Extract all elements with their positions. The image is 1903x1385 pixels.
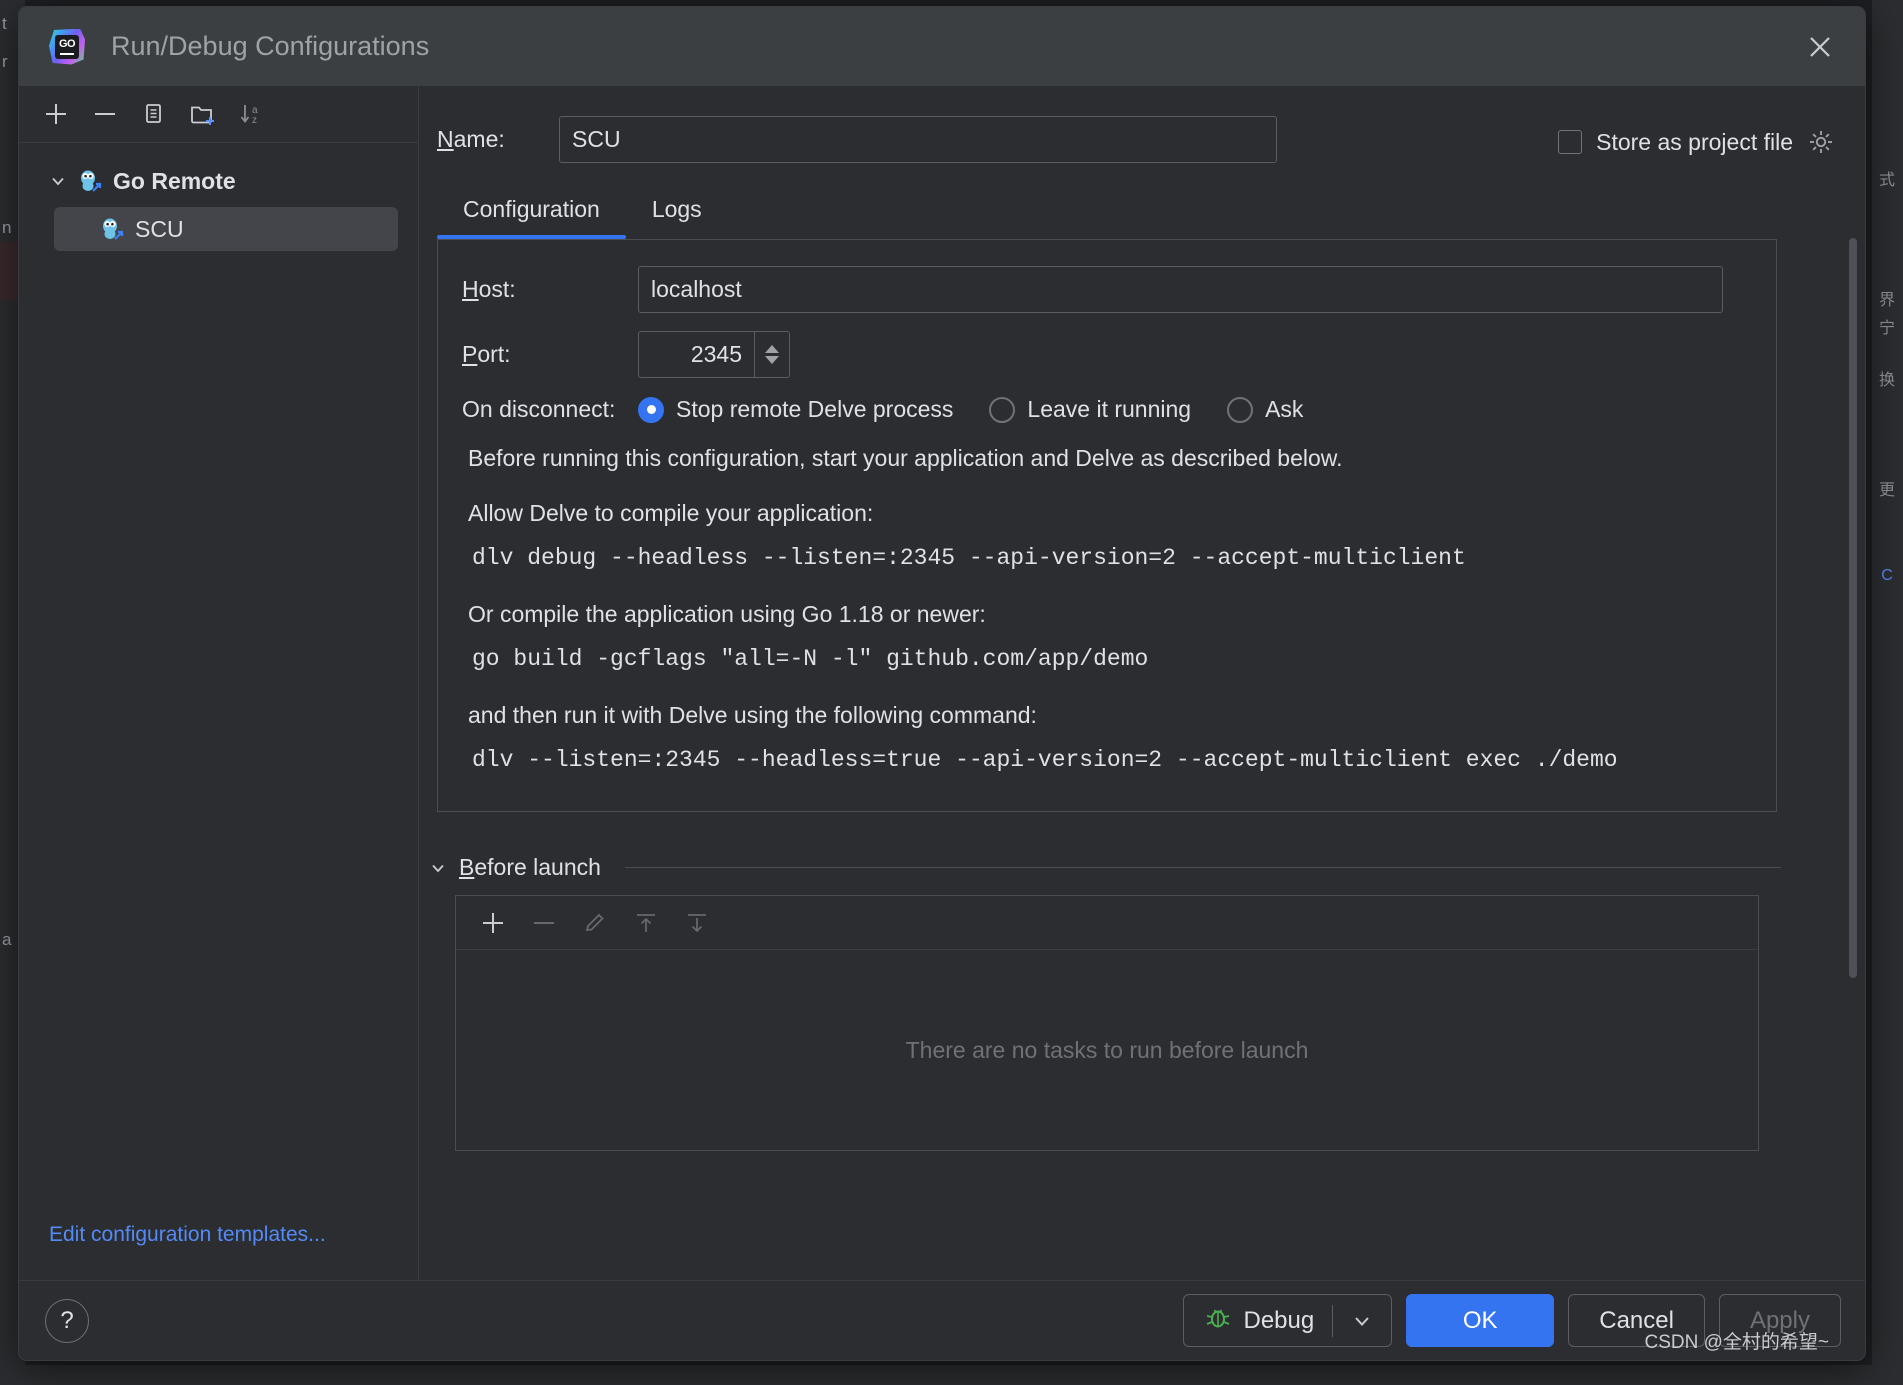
dialog-body: a z Go Remote SCU Edit configuration tem… <box>19 86 1865 1281</box>
radio-indicator[interactable] <box>989 396 1016 423</box>
remove-task-button[interactable] <box>521 902 566 944</box>
radio-label: Stop remote Delve process <box>676 396 954 422</box>
gutter-glyph: 宁 <box>1878 320 1895 337</box>
radio-label: Leave it running <box>1027 396 1192 422</box>
chevron-down-icon[interactable] <box>429 859 447 877</box>
ide-status-strip <box>0 1365 1903 1385</box>
gear-icon[interactable] <box>1807 128 1835 156</box>
store-as-project-file-checkbox[interactable] <box>1558 130 1583 154</box>
ide-right-gutter: 式 界 宁 换 更 C <box>1871 0 1903 1385</box>
radio-indicator[interactable] <box>638 396 664 423</box>
new-folder-button[interactable] <box>180 93 225 135</box>
gutter-glyph: 更 <box>1878 482 1895 499</box>
sidebar-toolbar: a z <box>19 86 418 143</box>
goland-icon: GO <box>49 28 85 65</box>
section-3-command: dlv --listen=:2345 --headless=true --api… <box>472 747 1618 773</box>
close-icon[interactable] <box>1799 26 1841 68</box>
radio-stop-remote-delve-process[interactable]: Stop remote Delve process <box>638 396 953 423</box>
radio-label: Ask <box>1265 396 1304 422</box>
store-as-project-file-row: Store as project file <box>1558 128 1835 156</box>
before-launch-empty-message: There are no tasks to run before launch <box>905 1036 1309 1063</box>
dialog-footer: ? Debug OK Cancel Apply <box>19 1280 1865 1360</box>
move-task-up-button[interactable] <box>623 902 668 944</box>
sort-configurations-button[interactable]: a z <box>229 93 274 135</box>
section-1-command: dlv debug --headless --listen=:2345 --ap… <box>472 545 1466 571</box>
host-row: Host: <box>462 266 1752 313</box>
bug-icon <box>1204 1303 1232 1338</box>
help-button[interactable]: ? <box>45 1298 89 1343</box>
configuration-panel: Host: Port: On disconnect: Stop remo <box>437 239 1777 812</box>
svg-text:z: z <box>252 115 257 126</box>
host-label: Host: <box>462 276 516 302</box>
port-label: Port: <box>462 341 511 367</box>
radio-leave-it-running[interactable]: Leave it running <box>989 396 1191 423</box>
section-2-heading: Or compile the application using Go 1.18… <box>468 601 986 627</box>
before-launch-header[interactable]: Before launch <box>429 854 1781 881</box>
gutter-glyph: 界 <box>1878 292 1895 309</box>
chevron-down-icon[interactable] <box>49 172 67 190</box>
before-launch-divider <box>624 867 1781 868</box>
remove-configuration-button[interactable] <box>82 93 127 135</box>
stepper-up-icon[interactable] <box>765 345 779 353</box>
name-label: Name: <box>437 125 505 152</box>
add-configuration-button[interactable] <box>33 93 78 135</box>
watermark: CSDN @全村的希望~ <box>1644 1332 1830 1353</box>
name-input[interactable] <box>559 115 1277 163</box>
radio-ask[interactable]: Ask <box>1227 396 1303 423</box>
tab-configuration[interactable]: Configuration <box>437 184 626 239</box>
ok-button[interactable]: OK <box>1406 1294 1555 1347</box>
configuration-editor-pane: Name: Store as project file <box>419 86 1865 1281</box>
port-row: Port: <box>462 331 1752 378</box>
configurations-sidebar: a z Go Remote SCU Edit configuration tem… <box>19 86 419 1281</box>
debug-button-label: Debug <box>1243 1306 1315 1334</box>
tree-group-go-remote[interactable]: Go Remote <box>19 159 418 203</box>
scrollbar-thumb[interactable] <box>1849 238 1857 978</box>
tab-logs[interactable]: Logs <box>626 184 728 239</box>
intro-text: Before running this configuration, start… <box>468 445 1343 471</box>
dialog-title: Run/Debug Configurations <box>111 31 430 61</box>
on-disconnect-label: On disconnect: <box>462 396 616 422</box>
debug-button[interactable]: Debug <box>1182 1294 1393 1347</box>
configurations-tree: Go Remote SCU <box>19 143 418 1223</box>
dialog-titlebar: GO Run/Debug Configurations <box>19 7 1865 86</box>
stepper-down-icon[interactable] <box>765 356 779 364</box>
gutter-glyph: 换 <box>1878 372 1895 389</box>
go-remote-icon <box>99 217 125 241</box>
editor-tabs: Configuration Logs <box>437 184 1597 239</box>
section-3-heading: and then run it with Delve using the fol… <box>468 702 1037 728</box>
section-2-command: go build -gcflags "all=-N -l" github.com… <box>472 646 1149 672</box>
tree-group-label: Go Remote <box>113 167 236 194</box>
tree-item-scu[interactable]: SCU <box>54 207 398 251</box>
on-disconnect-row: On disconnect: Stop remote Delve process… <box>462 396 1752 423</box>
before-launch-tasks-box: There are no tasks to run before launch <box>455 895 1759 1151</box>
tree-item-label: SCU <box>135 215 184 242</box>
radio-indicator[interactable] <box>1227 396 1254 423</box>
edit-configuration-templates-link[interactable]: Edit configuration templates... <box>19 1223 418 1281</box>
move-task-down-button[interactable] <box>674 902 719 944</box>
edit-task-button[interactable] <box>572 902 617 944</box>
host-input[interactable] <box>638 266 1723 313</box>
add-task-button[interactable] <box>470 902 515 944</box>
section-1-heading: Allow Delve to compile your application: <box>468 500 874 526</box>
go-remote-icon <box>77 169 103 193</box>
copy-configuration-button[interactable] <box>131 93 176 135</box>
before-launch-section: Before launch There are no tasks to run … <box>429 854 1781 1151</box>
store-as-project-file-label: Store as project file <box>1596 128 1793 155</box>
editor-scrollbar[interactable] <box>1849 238 1857 1138</box>
run-debug-configurations-dialog: GO Run/Debug Configurations a z Go Remot… <box>18 6 1866 1361</box>
before-launch-title: Before launch <box>459 854 601 880</box>
before-launch-toolbar <box>456 896 1758 950</box>
port-stepper[interactable] <box>754 331 790 378</box>
gutter-glyph: 式 <box>1878 172 1895 189</box>
port-input[interactable] <box>638 331 754 378</box>
chevron-down-icon[interactable] <box>1333 1295 1391 1346</box>
gutter-glyph: C <box>1881 567 1893 584</box>
